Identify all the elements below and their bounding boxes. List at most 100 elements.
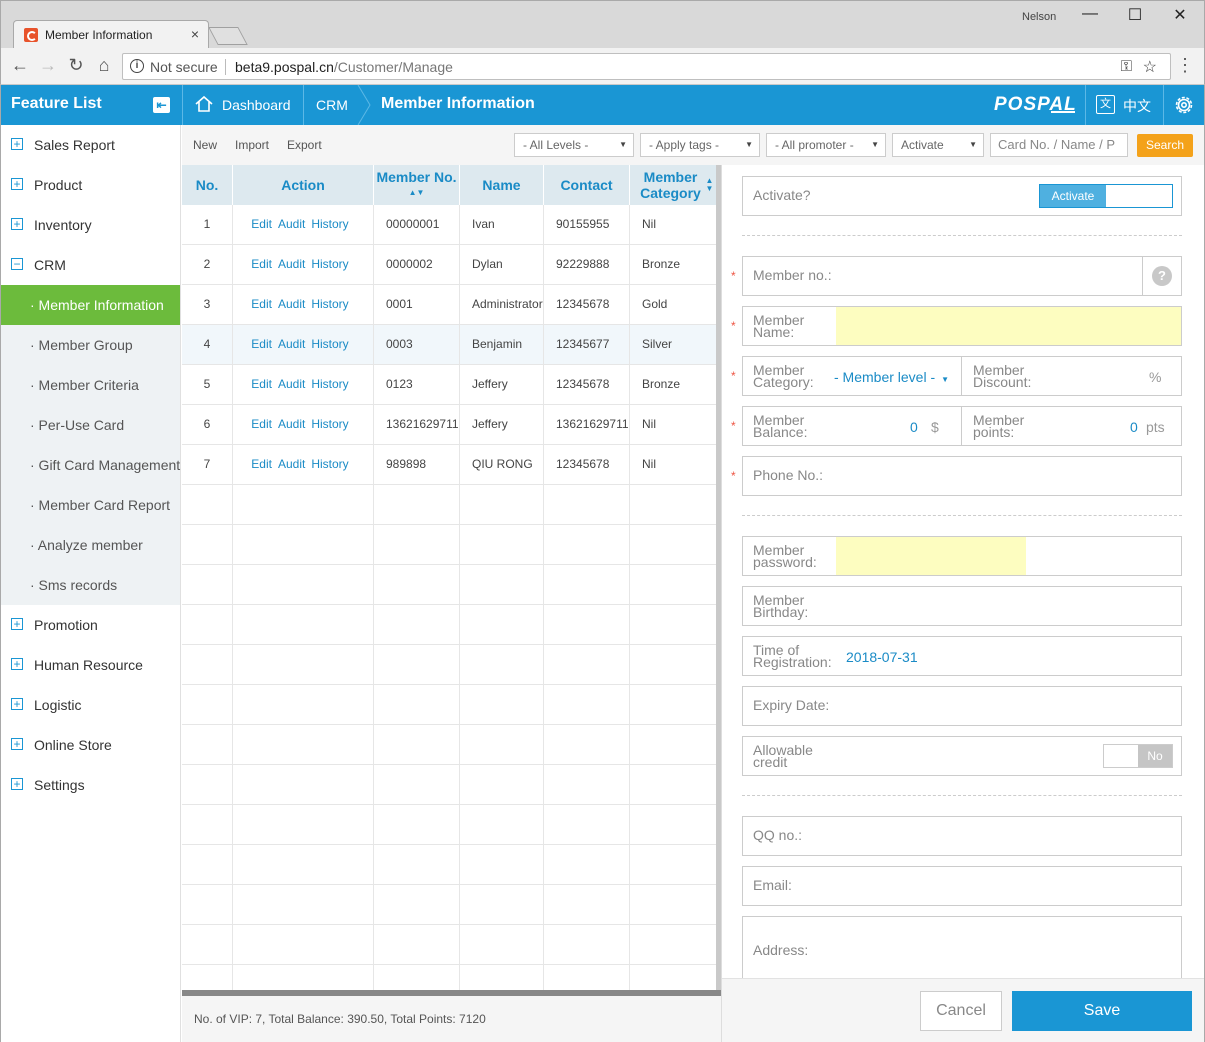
- edit-link[interactable]: Edit: [251, 457, 272, 471]
- level-filter-select[interactable]: - All Levels - ▼: [514, 133, 634, 157]
- sidebar-item-sales-report[interactable]: + Sales Report: [1, 125, 180, 165]
- column-header-name[interactable]: Name: [460, 165, 544, 205]
- edit-link[interactable]: Edit: [251, 417, 272, 431]
- audit-link[interactable]: Audit: [278, 297, 305, 311]
- sidebar-item-member-criteria[interactable]: · Member Criteria: [1, 365, 180, 405]
- activate-toggle[interactable]: Activate: [1039, 184, 1173, 208]
- import-button[interactable]: Import: [235, 138, 269, 152]
- sidebar-item-analyze-member[interactable]: · Analyze member: [1, 525, 180, 565]
- audit-link[interactable]: Audit: [278, 257, 305, 271]
- member-level-select[interactable]: - Member level - ▼: [834, 369, 949, 385]
- audit-link[interactable]: Audit: [278, 217, 305, 231]
- sidebar-item-member-group[interactable]: · Member Group: [1, 325, 180, 365]
- new-button[interactable]: New: [193, 138, 217, 152]
- url-text[interactable]: beta9.pospal.cn/Customer/Manage: [235, 59, 453, 75]
- expiry-field[interactable]: Expiry Date:: [742, 686, 1182, 726]
- sidebar-item-per-use-card[interactable]: · Per-Use Card: [1, 405, 180, 445]
- edit-link[interactable]: Edit: [251, 297, 272, 311]
- column-header-no[interactable]: No.: [182, 165, 233, 205]
- minimize-icon[interactable]: —: [1075, 5, 1105, 23]
- sidebar-item-member-information[interactable]: · Member Information: [1, 285, 180, 325]
- table-row[interactable]: 7 Edit Audit History 989898 QIU RONG 12345…: [182, 445, 719, 485]
- column-header-member-no[interactable]: Member No. ▲▼: [374, 165, 460, 205]
- audit-link[interactable]: Audit: [278, 417, 305, 431]
- search-input[interactable]: Card No. / Name / P: [990, 133, 1128, 157]
- history-link[interactable]: History: [311, 417, 348, 431]
- column-header-member-category[interactable]: Member Category ▲ ▼: [630, 165, 719, 205]
- sidebar-item-product[interactable]: + Product: [1, 165, 180, 205]
- email-field[interactable]: Email:: [742, 866, 1182, 906]
- tags-filter-select[interactable]: - Apply tags - ▼: [640, 133, 760, 157]
- sidebar-item-member-card-report[interactable]: · Member Card Report: [1, 485, 180, 525]
- address-bar[interactable]: i Not secure beta9.pospal.cn/Customer/Ma…: [122, 53, 1171, 80]
- table-row[interactable]: 4 Edit Audit History 0003 Benjamin 1234567…: [182, 325, 719, 365]
- birthday-field[interactable]: Member Birthday:: [742, 586, 1182, 626]
- password-input[interactable]: [836, 537, 1026, 575]
- close-window-icon[interactable]: ✕: [1165, 5, 1195, 25]
- history-link[interactable]: History: [311, 217, 348, 231]
- language-icon[interactable]: 文: [1096, 95, 1115, 114]
- breadcrumb-dashboard[interactable]: Dashboard: [222, 97, 291, 113]
- audit-link[interactable]: Audit: [278, 337, 305, 351]
- profile-name[interactable]: Nelson: [1022, 11, 1056, 23]
- sidebar-item-settings[interactable]: + Settings: [1, 765, 180, 805]
- audit-link[interactable]: Audit: [278, 377, 305, 391]
- member-no-field[interactable]: Member no.: ?: [742, 256, 1182, 296]
- activate-filter-select[interactable]: Activate ▼: [892, 133, 984, 157]
- back-icon[interactable]: ←: [9, 55, 31, 76]
- sort-icon[interactable]: ▲▼: [409, 185, 425, 201]
- sidebar-item-logistic[interactable]: + Logistic: [1, 685, 180, 725]
- table-row[interactable]: 1 Edit Audit History 00000001 Ivan 9015595…: [182, 205, 719, 245]
- edit-link[interactable]: Edit: [251, 377, 272, 391]
- browser-tab[interactable]: Member Information ×: [13, 20, 209, 49]
- table-row[interactable]: 5 Edit Audit History 0123 Jeffery 12345678…: [182, 365, 719, 405]
- history-link[interactable]: History: [311, 297, 348, 311]
- phone-field[interactable]: Phone No.:: [742, 456, 1182, 496]
- sidebar-item-human-resource[interactable]: + Human Resource: [1, 645, 180, 685]
- column-header-contact[interactable]: Contact: [544, 165, 630, 205]
- edit-link[interactable]: Edit: [251, 217, 272, 231]
- edit-link[interactable]: Edit: [251, 257, 272, 271]
- export-button[interactable]: Export: [287, 138, 322, 152]
- reload-icon[interactable]: ↻: [65, 55, 87, 76]
- save-button[interactable]: Save: [1012, 991, 1192, 1031]
- browser-menu-icon[interactable]: ⋮: [1176, 55, 1194, 76]
- collapse-sidebar-icon[interactable]: ⇤: [153, 97, 170, 113]
- home-icon[interactable]: [194, 94, 214, 114]
- forward-icon[interactable]: →: [37, 55, 59, 76]
- language-switch[interactable]: 中文: [1123, 96, 1151, 116]
- sidebar-item-online-store[interactable]: + Online Store: [1, 725, 180, 765]
- sidebar-item-inventory[interactable]: + Inventory: [1, 205, 180, 245]
- promoter-filter-select[interactable]: - All promoter - ▼: [766, 133, 886, 157]
- gear-icon[interactable]: [1173, 94, 1195, 116]
- history-link[interactable]: History: [311, 257, 348, 271]
- sidebar-item-crm[interactable]: − CRM: [1, 245, 180, 285]
- balance-input[interactable]: 0: [910, 419, 918, 435]
- history-link[interactable]: History: [311, 457, 348, 471]
- sidebar-item-gift-card-management[interactable]: · Gift Card Management: [1, 445, 180, 485]
- sidebar-item-promotion[interactable]: + Promotion: [1, 605, 180, 645]
- qq-field[interactable]: QQ no.:: [742, 816, 1182, 856]
- history-link[interactable]: History: [311, 337, 348, 351]
- cancel-button[interactable]: Cancel: [920, 991, 1002, 1031]
- home-icon[interactable]: ⌂: [93, 55, 115, 76]
- password-field[interactable]: Member password:: [742, 536, 1182, 576]
- new-tab-button[interactable]: [208, 27, 248, 45]
- points-input[interactable]: 0: [1130, 419, 1138, 435]
- edit-link[interactable]: Edit: [251, 337, 272, 351]
- table-row[interactable]: 2 Edit Audit History 0000002 Dylan 9222988…: [182, 245, 719, 285]
- credit-toggle[interactable]: No: [1103, 744, 1173, 768]
- search-button[interactable]: Search: [1137, 134, 1193, 157]
- info-icon[interactable]: i: [130, 59, 144, 73]
- member-name-field[interactable]: Member Name:: [742, 306, 1182, 346]
- maximize-icon[interactable]: ☐: [1120, 5, 1150, 25]
- registration-field[interactable]: Time of Registration: 2018-07-31: [742, 636, 1182, 676]
- history-link[interactable]: History: [311, 377, 348, 391]
- table-row[interactable]: 3 Edit Audit History 0001 Administrator 12…: [182, 285, 719, 325]
- address-field[interactable]: Address:: [742, 916, 1182, 986]
- breadcrumb-crm[interactable]: CRM: [316, 97, 348, 113]
- tab-close-icon[interactable]: ×: [191, 26, 199, 42]
- member-name-input[interactable]: [836, 307, 1181, 345]
- key-icon[interactable]: ⚿: [1121, 58, 1132, 75]
- audit-link[interactable]: Audit: [278, 457, 305, 471]
